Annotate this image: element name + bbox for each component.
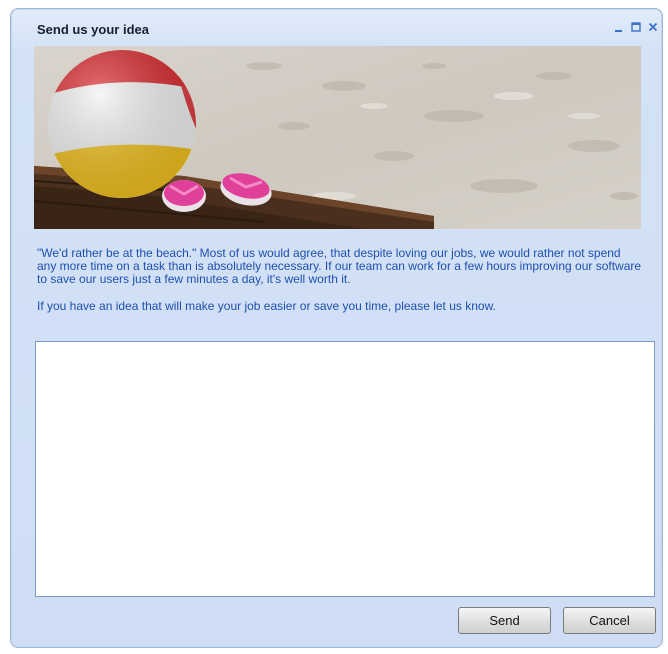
window-title: Send us your idea [37, 22, 149, 37]
send-button[interactable]: Send [458, 607, 551, 634]
intro-paragraph-1: "We'd rather be at the beach." Most of u… [37, 246, 642, 286]
title-bar[interactable]: Send us your idea [11, 9, 662, 45]
idea-input[interactable] [35, 341, 655, 597]
beach-banner-image [34, 46, 641, 229]
intro-paragraph-2: If you have an idea that will make your … [37, 299, 496, 313]
intro-text: "We'd rather be at the beach." Most of u… [37, 247, 643, 313]
maximize-icon[interactable] [631, 21, 641, 33]
dialog-window: Send us your idea "We'd rather be at the… [10, 8, 663, 648]
minimize-icon[interactable] [614, 21, 624, 33]
cancel-button[interactable]: Cancel [563, 607, 656, 634]
close-icon[interactable] [648, 21, 658, 33]
flip-flop-left [162, 180, 206, 212]
window-controls [614, 21, 658, 33]
